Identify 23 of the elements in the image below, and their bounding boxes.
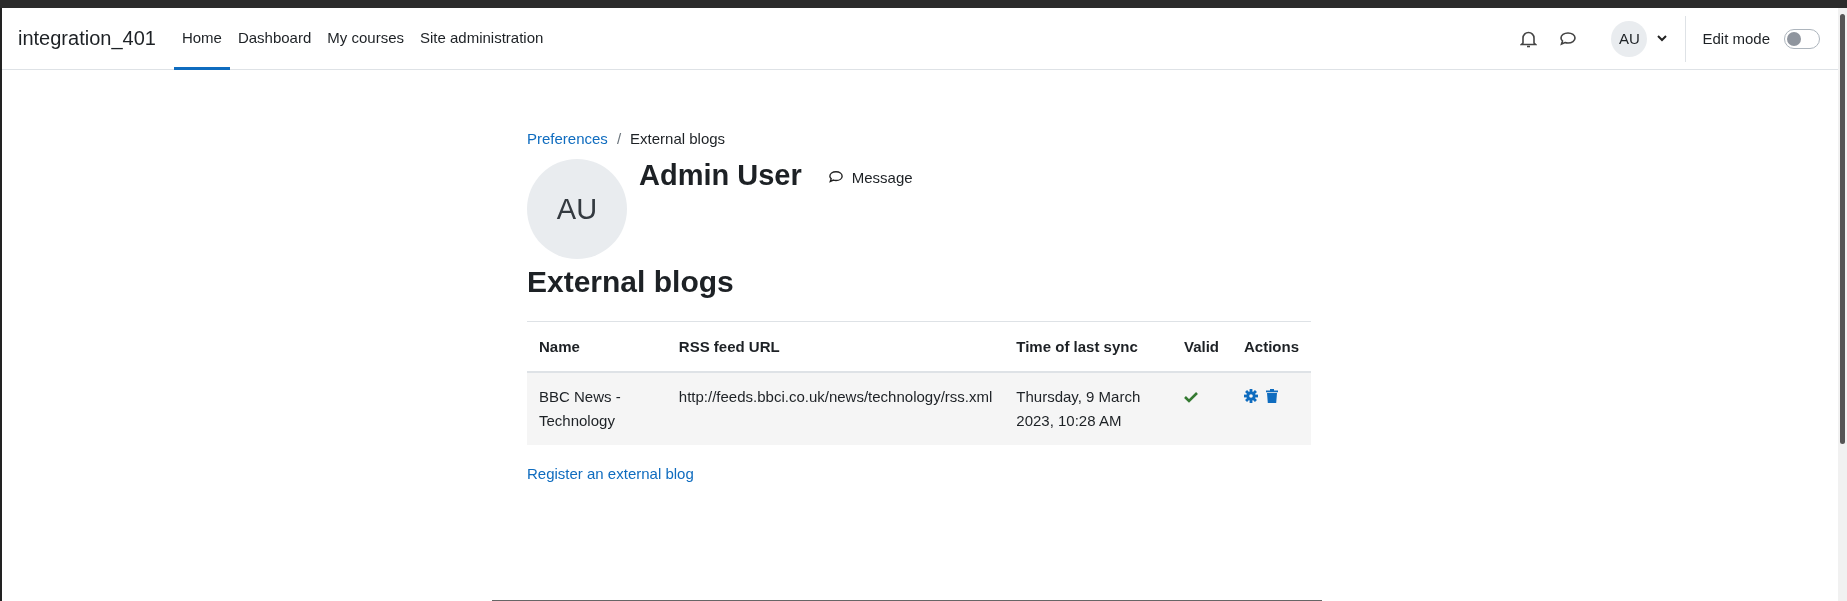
nav-tab[interactable]: Dashboard (229, 8, 320, 70)
user-name: Admin User (639, 159, 802, 193)
register-blog-link[interactable]: Register an external blog (527, 465, 694, 482)
speech-bubble-icon (827, 170, 844, 184)
breadcrumb-link[interactable]: Preferences (527, 130, 608, 147)
nav-tab[interactable]: Home (173, 8, 230, 70)
table-cell: http://feeds.bbci.co.uk/news/technology/rss.xml (666, 372, 1005, 445)
message-link[interactable]: Message (827, 167, 913, 187)
edit-mode-toggle[interactable] (1784, 28, 1820, 49)
settings-icon[interactable] (1244, 389, 1258, 403)
page-heading: External blogs (527, 265, 735, 299)
delete-icon[interactable] (1266, 389, 1278, 403)
table-cell: Thursday, 9 March 2023, 10:28 AM (1004, 372, 1172, 445)
caret-icon (1657, 35, 1668, 42)
site-name[interactable]: integration_401 (18, 8, 156, 69)
edit-mode-label: Edit mode (1702, 30, 1770, 47)
scrollbar-thumb[interactable] (1840, 14, 1845, 444)
nav-tab[interactable]: Site administration (412, 8, 552, 70)
nav-tab[interactable]: My courses (319, 8, 412, 70)
table-cell: BBC News - Technology (527, 372, 667, 445)
breadcrumb-separator: / (616, 130, 622, 147)
user-avatar: AU (527, 159, 627, 259)
breadcrumb-current: External blogs (630, 130, 726, 147)
